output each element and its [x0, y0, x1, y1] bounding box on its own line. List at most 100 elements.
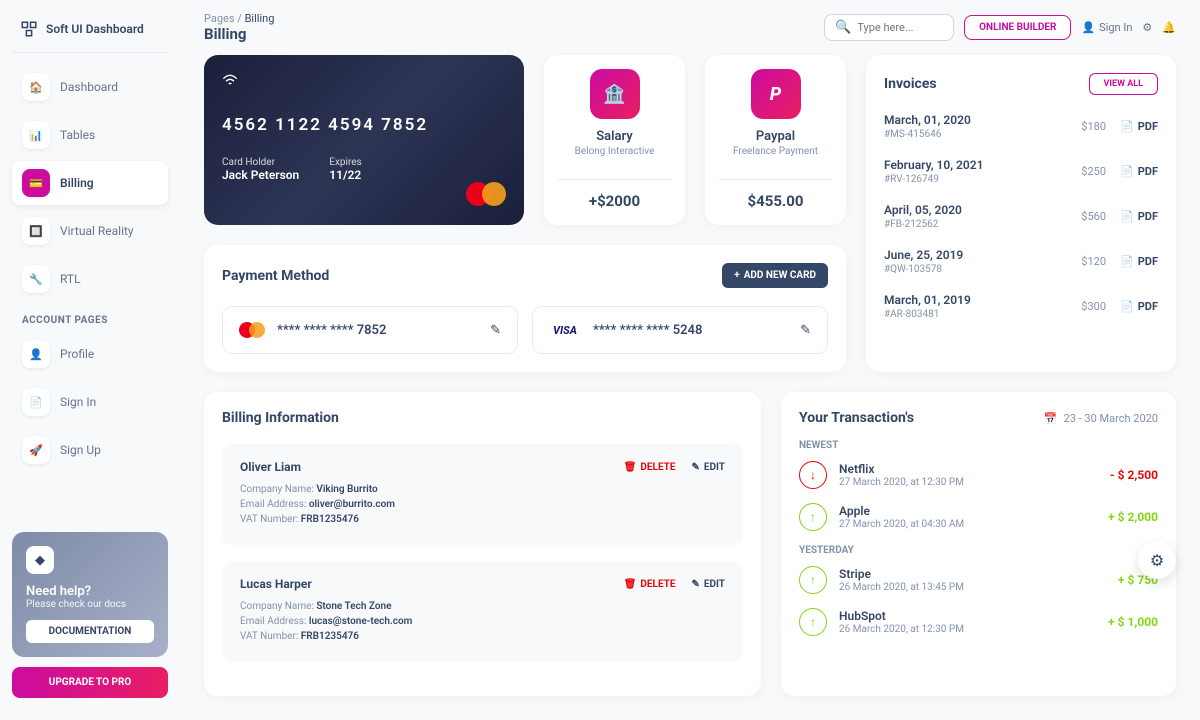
nav-label: Virtual Reality [60, 224, 134, 238]
payment-method-title: Payment Method [222, 268, 329, 284]
card-number: 4562 1122 4594 7852 [222, 115, 506, 135]
breadcrumb-current: Billing [245, 12, 275, 25]
invoice-pdf-link[interactable]: 📄PDF [1120, 165, 1158, 178]
main-content: Pages / Billing Billing 🔍 ONLINE BUILDER… [180, 0, 1200, 720]
help-subtitle: Please check our docs [26, 599, 154, 610]
bank-icon: 🏦 [590, 69, 640, 119]
nav-label: Tables [60, 128, 95, 142]
help-card: ◆ Need help? Please check our docs DOCUM… [12, 532, 168, 657]
add-card-button[interactable]: +ADD NEW CARD [722, 263, 828, 288]
help-title: Need help? [26, 584, 154, 599]
arrow-up-icon: ↑ [799, 503, 827, 531]
billing-name: Lucas Harper [240, 577, 312, 591]
sidebar-item-dashboard[interactable]: 🏠 Dashboard [12, 65, 168, 109]
invoices-title: Invoices [884, 76, 937, 92]
pdf-icon: 📄 [1120, 300, 1134, 313]
page-title: Billing [204, 25, 274, 43]
edit-icon[interactable]: ✎ [800, 323, 811, 338]
transaction-name: Stripe [839, 567, 964, 581]
edit-button[interactable]: ✎EDIT [692, 462, 726, 473]
transaction-name: Netflix [839, 462, 964, 476]
nav-icon: 🏠 [22, 73, 50, 101]
transaction-time: 26 March 2020, at 12:30 PM [839, 624, 964, 635]
stat-subtitle: Belong Interactive [558, 146, 671, 157]
invoice-id: #AR-803481 [884, 309, 971, 320]
help-icon: ◆ [26, 546, 54, 574]
pdf-icon: 📄 [1120, 165, 1134, 178]
transaction-amount: + $ 1,000 [1108, 615, 1158, 629]
search-input[interactable] [857, 21, 943, 34]
invoice-amount: $120 [1081, 255, 1106, 268]
billing-company: Company Name: Viking Burrito [240, 484, 725, 495]
transaction-item: ↓Netflix27 March 2020, at 12:30 PM- $ 2,… [799, 461, 1158, 489]
documentation-button[interactable]: DOCUMENTATION [26, 620, 154, 643]
sidebar-item-rtl[interactable]: 🔧RTL [12, 257, 168, 301]
mastercard-icon [466, 181, 506, 207]
upgrade-button[interactable]: UPGRADE TO PRO [12, 667, 168, 698]
transaction-amount: + $ 2,000 [1108, 510, 1158, 524]
notifications-icon[interactable]: 🔔 [1162, 21, 1176, 34]
transaction-item: ↑HubSpot26 March 2020, at 12:30 PM+ $ 1,… [799, 608, 1158, 636]
topbar: Pages / Billing Billing 🔍 ONLINE BUILDER… [204, 12, 1176, 43]
nav-icon: 📄 [22, 388, 50, 416]
invoice-id: #MS-415646 [884, 129, 971, 140]
view-all-button[interactable]: VIEW ALL [1089, 73, 1158, 95]
tr-section-yesterday: YESTERDAY [799, 545, 1158, 556]
pencil-icon: ✎ [692, 579, 700, 590]
invoice-item: April, 05, 2020#FB-212562$560📄PDF [884, 203, 1158, 230]
sidebar-item-tables[interactable]: 📊Tables [12, 113, 168, 157]
stat-title: Paypal [719, 129, 832, 144]
sidebar-item-sign-in[interactable]: 📄Sign In [12, 380, 168, 424]
card-holder-label: Card Holder [222, 157, 299, 168]
invoice-pdf-link[interactable]: 📄PDF [1120, 255, 1158, 268]
user-icon: 👤 [1081, 21, 1095, 34]
invoice-id: #QW-103578 [884, 264, 963, 275]
stat-value: +$2000 [558, 179, 671, 210]
settings-fab[interactable]: ⚙ [1138, 541, 1176, 579]
transactions-title: Your Transaction's [799, 410, 914, 426]
invoice-amount: $250 [1081, 165, 1106, 178]
sidebar-item-virtual-reality[interactable]: 🔲Virtual Reality [12, 209, 168, 253]
arrow-up-icon: ↑ [799, 566, 827, 594]
invoice-id: #FB-212562 [884, 219, 962, 230]
delete-button[interactable]: 🗑DELETE [624, 462, 676, 473]
transaction-amount: - $ 2,500 [1110, 468, 1158, 482]
card-expires: 11/22 [329, 168, 361, 182]
sidebar-item-sign-up[interactable]: 🚀Sign Up [12, 428, 168, 472]
billing-vat: VAT Number: FRB1235476 [240, 631, 725, 642]
edit-button[interactable]: ✎EDIT [692, 579, 726, 590]
invoice-date: February, 10, 2021 [884, 158, 983, 172]
transaction-item: ↑Stripe26 March 2020, at 13:45 PM+ $ 750 [799, 566, 1158, 594]
breadcrumb-root[interactable]: Pages [204, 12, 235, 25]
plus-icon: + [734, 270, 739, 281]
trash-icon: 🗑 [624, 462, 637, 473]
brand-logo[interactable]: Soft UI Dashboard [12, 16, 168, 53]
invoice-date: June, 25, 2019 [884, 248, 963, 262]
sidebar-item-profile[interactable]: 👤Profile [12, 332, 168, 376]
billing-name: Oliver Liam [240, 460, 301, 474]
invoices-card: Invoices VIEW ALL March, 01, 2020#MS-415… [866, 55, 1176, 372]
stat-title: Salary [558, 129, 671, 144]
invoice-pdf-link[interactable]: 📄PDF [1120, 120, 1158, 133]
invoice-date: March, 01, 2019 [884, 293, 971, 307]
invoice-pdf-link[interactable]: 📄PDF [1120, 210, 1158, 223]
nav-label: Dashboard [60, 80, 118, 94]
breadcrumb: Pages / Billing [204, 12, 274, 25]
search-icon: 🔍 [835, 20, 851, 35]
transaction-time: 27 March 2020, at 04:30 AM [839, 519, 964, 530]
online-builder-button[interactable]: ONLINE BUILDER [964, 15, 1071, 40]
sign-in-link[interactable]: 👤Sign In [1081, 21, 1132, 34]
invoice-pdf-link[interactable]: 📄PDF [1120, 300, 1158, 313]
invoice-item: March, 01, 2019#AR-803481$300📄PDF [884, 293, 1158, 320]
invoice-item: February, 10, 2021#RV-126749$250📄PDF [884, 158, 1158, 185]
settings-icon[interactable]: ⚙ [1142, 21, 1152, 34]
nav-label: Billing [60, 176, 94, 190]
delete-button[interactable]: 🗑DELETE [624, 579, 676, 590]
edit-icon[interactable]: ✎ [490, 323, 501, 338]
card-holder: Jack Peterson [222, 168, 299, 182]
search-box[interactable]: 🔍 [824, 14, 954, 41]
transaction-name: Apple [839, 504, 964, 518]
sidebar-item-billing[interactable]: 💳Billing [12, 161, 168, 205]
pencil-icon: ✎ [692, 462, 700, 473]
wifi-icon [222, 73, 506, 91]
